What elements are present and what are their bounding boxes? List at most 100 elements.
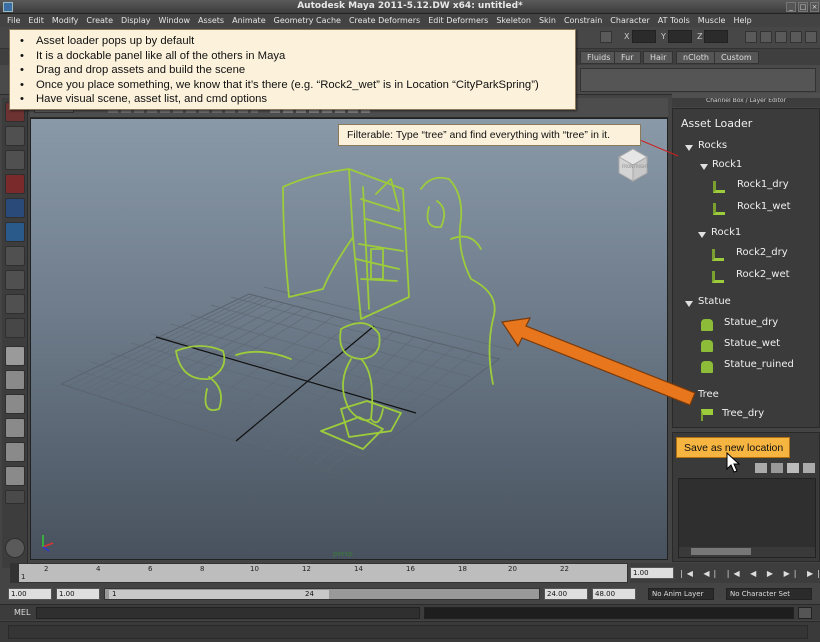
collapse-rock1-icon[interactable] <box>700 164 708 170</box>
outliner-layout-icon[interactable] <box>5 466 25 486</box>
mel-label[interactable]: MEL <box>14 608 30 617</box>
playback-end-field[interactable]: 24.00 <box>544 588 588 600</box>
scale-tool-icon[interactable] <box>5 222 25 242</box>
time-slider-cursor[interactable] <box>11 564 19 582</box>
shelf-tab-fluids[interactable]: Fluids <box>580 51 618 64</box>
menu-at-tools[interactable]: AT Tools <box>654 14 694 27</box>
x-field[interactable] <box>632 30 656 43</box>
tree-item-rock2-wet[interactable]: Rock2_wet <box>736 269 790 280</box>
menu-create-deformers[interactable]: Create Deformers <box>345 14 424 27</box>
transport-buttons[interactable]: |◀ ◀| |◀ ◀ ▶ ▶| ▶| ▶| <box>680 569 820 579</box>
new-layer-icon[interactable] <box>755 463 767 473</box>
shelf-tab-hair[interactable]: Hair <box>643 51 674 64</box>
menu-edit[interactable]: Edit <box>24 14 48 27</box>
tree-item-statue[interactable]: Statue <box>698 296 731 307</box>
layout-dropdown-icon[interactable] <box>5 490 25 504</box>
menu-help[interactable]: Help <box>729 14 755 27</box>
menu-constrain[interactable]: Constrain <box>560 14 606 27</box>
menu-animate[interactable]: Animate <box>228 14 270 27</box>
maximize-button[interactable]: □ <box>798 2 808 12</box>
menu-assets[interactable]: Assets <box>194 14 228 27</box>
show-manipulator-icon[interactable] <box>5 294 25 314</box>
settings-icon[interactable] <box>775 31 787 43</box>
tree-item-tree[interactable]: Tree <box>698 389 719 400</box>
layer-display-icon[interactable] <box>803 463 815 473</box>
tree-item-statue-wet[interactable]: Statue_wet <box>724 338 780 349</box>
shelf-button-area[interactable] <box>580 68 816 92</box>
command-input[interactable] <box>36 607 420 619</box>
range-slider-bar: 1.00 1.00 1 24 24.00 48.00 No Anim Layer… <box>0 586 820 602</box>
scene-end-field[interactable]: 48.00 <box>592 588 636 600</box>
channel-box-header[interactable]: Channel Box / Layer Editor <box>672 97 820 107</box>
menu-geometry-cache[interactable]: Geometry Cache <box>270 14 345 27</box>
range-slider[interactable]: 1 24 <box>104 588 540 600</box>
menu-create[interactable]: Create <box>82 14 117 27</box>
lasso-tool-icon[interactable] <box>5 126 25 146</box>
scene-start-field[interactable]: 1.00 <box>8 588 52 600</box>
tree-item-rock1[interactable]: Rock1 <box>712 159 742 170</box>
render-icon[interactable] <box>745 31 757 43</box>
tree-item-rock1-wet[interactable]: Rock1_wet <box>737 201 791 212</box>
menu-muscle[interactable]: Muscle <box>694 14 730 27</box>
tree-item-rock1-dry[interactable]: Rock1_dry <box>737 179 789 190</box>
single-view-layout-icon[interactable] <box>5 346 25 366</box>
menu-edit-deformers[interactable]: Edit Deformers <box>424 14 492 27</box>
last-tool-icon[interactable] <box>5 318 25 338</box>
tree-item-statue-dry[interactable]: Statue_dry <box>724 317 778 328</box>
rotate-tool-icon[interactable] <box>5 198 25 218</box>
layer-options-icon[interactable] <box>787 463 799 473</box>
playback-controls: 1.00 |◀ ◀| |◀ ◀ ▶ ▶| ▶| ▶| <box>630 563 820 583</box>
time-slider[interactable]: 1 2 4 6 8 10 12 14 16 18 20 22 <box>10 563 628 583</box>
paint-select-tool-icon[interactable] <box>5 150 25 170</box>
tree-item-tree-dry[interactable]: Tree_dry <box>722 408 764 419</box>
tick-label: 6 <box>148 565 153 573</box>
rock-asset-icon <box>713 181 725 193</box>
tree-asset-icon <box>701 409 713 421</box>
collapse-rock1-b-icon[interactable] <box>698 232 706 238</box>
menu-window[interactable]: Window <box>155 14 195 27</box>
move-tool-icon[interactable] <box>5 174 25 194</box>
y-field[interactable] <box>668 30 692 43</box>
rock-asset-icon <box>713 203 725 215</box>
layer-scrollbar-thumb[interactable] <box>691 548 751 555</box>
manipulator-tool-icon[interactable] <box>5 246 25 266</box>
lock-icon[interactable] <box>600 31 612 43</box>
shelf-tab-ncloth[interactable]: nCloth <box>676 51 716 64</box>
menu-skin[interactable]: Skin <box>535 14 560 27</box>
shelf-tab-fur[interactable]: Fur <box>614 51 641 64</box>
character-set-dropdown[interactable]: No Character Set <box>726 588 812 600</box>
tick-label: 16 <box>406 565 415 573</box>
menu-display[interactable]: Display <box>117 14 155 27</box>
command-output <box>424 607 794 619</box>
hypershade-layout-icon[interactable] <box>5 442 25 462</box>
z-field[interactable] <box>704 30 728 43</box>
menu-file[interactable]: File <box>3 14 24 27</box>
tree-item-rock2-dry[interactable]: Rock2_dry <box>736 247 788 258</box>
tree-item-rocks[interactable]: Rocks <box>698 140 727 151</box>
layer-scrollbar[interactable] <box>679 547 815 557</box>
collapse-statue-icon[interactable] <box>685 301 693 307</box>
playback-start-field[interactable]: 1.00 <box>56 588 100 600</box>
anim-layer-dropdown[interactable]: No Anim Layer <box>648 588 714 600</box>
soft-mod-tool-icon[interactable] <box>5 270 25 290</box>
persp-graph-layout-icon[interactable] <box>5 418 25 438</box>
collapse-rocks-icon[interactable] <box>685 145 693 151</box>
new-layer-selected-icon[interactable] <box>771 463 783 473</box>
script-editor-icon[interactable] <box>798 607 812 619</box>
menu-skeleton[interactable]: Skeleton <box>492 14 535 27</box>
persp-outliner-layout-icon[interactable] <box>5 394 25 414</box>
minimize-button[interactable]: _ <box>786 2 796 12</box>
shelf-tab-custom[interactable]: Custom <box>714 51 759 64</box>
menu-character[interactable]: Character <box>606 14 654 27</box>
ipr-icon[interactable] <box>760 31 772 43</box>
four-view-layout-icon[interactable] <box>5 370 25 390</box>
attribute-editor-icon[interactable] <box>790 31 802 43</box>
tree-item-statue-ruined[interactable]: Statue_ruined <box>724 359 794 370</box>
range-slider-handle[interactable]: 1 <box>109 590 329 599</box>
layer-list[interactable] <box>678 478 816 558</box>
current-frame-field[interactable]: 1.00 <box>630 567 674 579</box>
tree-item-rock1-b[interactable]: Rock1 <box>711 227 741 238</box>
channel-box-icon[interactable] <box>805 31 817 43</box>
close-button[interactable]: × <box>810 2 819 12</box>
menu-modify[interactable]: Modify <box>48 14 83 27</box>
